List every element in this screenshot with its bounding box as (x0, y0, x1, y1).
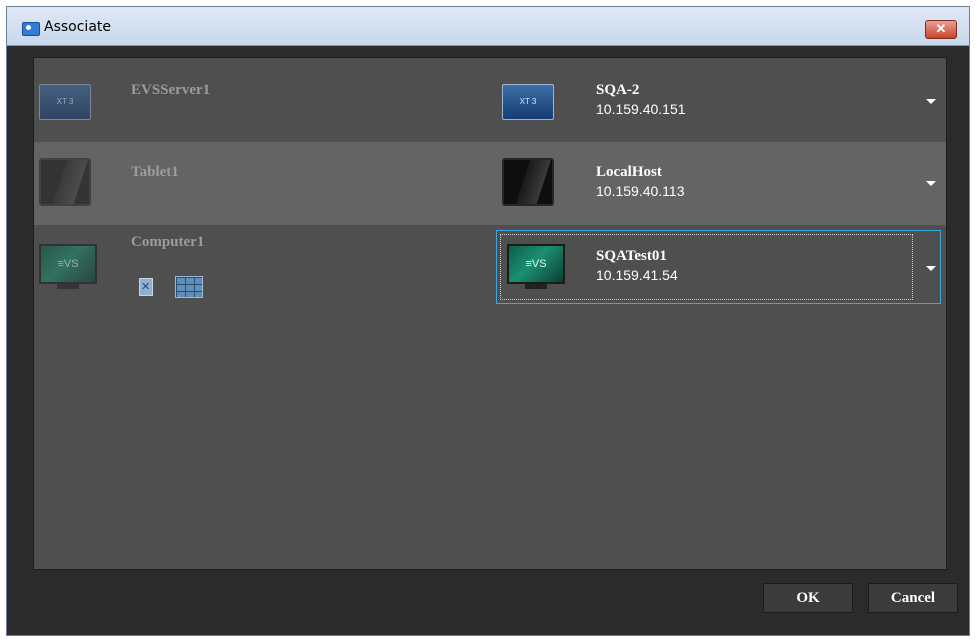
tablet-icon (39, 158, 91, 206)
tablet-icon (502, 158, 554, 206)
source-device-name: Computer1 (131, 234, 205, 250)
target-device-name: SQA-2 (596, 82, 640, 98)
xt3-server-icon: XT 3 (39, 84, 91, 120)
window-title: Associate (44, 19, 111, 35)
monitor-stand (57, 284, 79, 289)
target-device-ip: 10.159.40.113 (596, 183, 685, 199)
source-device-name: EVSServer1 (131, 82, 211, 98)
associate-dialog: Associate ✕ XT 3 EVSServer1 XT 3 SQA-2 1… (6, 6, 970, 636)
monitor-stand (525, 284, 547, 289)
ok-button[interactable]: OK (763, 583, 853, 613)
cancel-button[interactable]: Cancel (868, 583, 958, 613)
app-icon (22, 22, 40, 36)
computer-monitor-icon: ≡VS (39, 244, 97, 284)
target-device-name: SQATest01 (596, 248, 667, 264)
target-device-name: LocalHost (596, 164, 662, 180)
grid-layout-icon (175, 276, 203, 298)
chevron-down-icon[interactable] (926, 99, 936, 104)
association-row-evsserver1: XT 3 EVSServer1 XT 3 SQA-2 10.159.40.151 (34, 58, 946, 141)
association-row-tablet1: Tablet1 LocalHost 10.159.40.113 (34, 142, 946, 225)
target-device-ip: 10.159.41.54 (596, 267, 678, 283)
target-device-ip: 10.159.40.151 (596, 101, 686, 117)
title-bar: Associate ✕ (7, 7, 969, 46)
document-icon (139, 278, 153, 296)
computer-monitor-icon: ≡VS (507, 244, 565, 284)
chevron-down-icon[interactable] (926, 266, 936, 271)
chevron-down-icon[interactable] (926, 181, 936, 186)
target-selector-sqatest01[interactable]: ≡VS SQATest01 10.159.41.54 (496, 230, 941, 304)
association-list: XT 3 EVSServer1 XT 3 SQA-2 10.159.40.151… (33, 57, 947, 570)
xt3-server-icon: XT 3 (502, 84, 554, 120)
source-device-name: Tablet1 (131, 164, 179, 180)
close-button[interactable]: ✕ (925, 20, 957, 39)
